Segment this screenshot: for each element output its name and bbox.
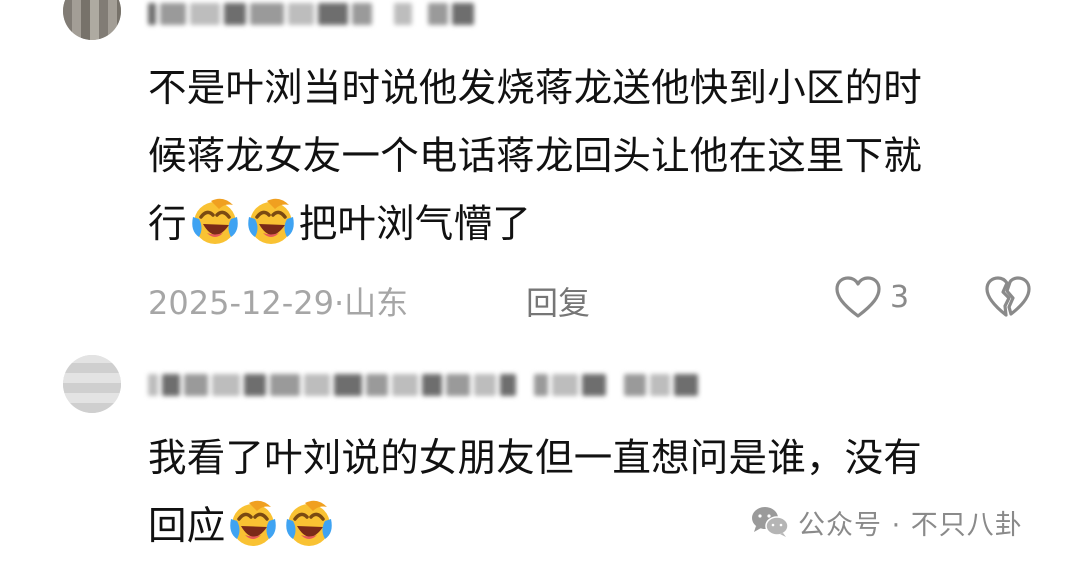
comment-item: 不是叶浏当时说他发烧蒋龙送他快到小区的时 候蒋龙女友一个电话蒋龙回头让他在这里下… <box>0 0 1080 345</box>
comment-date-location: 2025-12-29·山东 <box>148 278 408 324</box>
comment-meta: 2025-12-29·山东 回复 3 <box>148 270 1048 326</box>
comment-text-fragment: 把叶浏气懵了 <box>298 202 531 247</box>
watermark-text: 公众号 · 不只八卦 <box>798 509 1023 541</box>
comment-text-fragment: 行 <box>148 202 187 247</box>
comment-text: 不是叶浏当时说他发烧蒋龙送他快到小区的时 候蒋龙女友一个电话蒋龙回头让他在这里下… <box>148 55 1028 259</box>
laughing-crying-emoji <box>189 195 241 247</box>
avatar[interactable] <box>63 355 121 413</box>
laughing-crying-emoji <box>245 195 297 247</box>
laughing-crying-emoji <box>227 497 279 549</box>
watermark: 公众号 · 不只八卦 <box>750 500 1023 544</box>
comment-text-line: 行 把叶浏气懵了 <box>148 191 1028 259</box>
comment-date: 2025-12-29 <box>148 284 334 322</box>
comment-text-line: 不是叶浏当时说他发烧蒋龙送他快到小区的时 <box>148 66 923 111</box>
like-heart-icon[interactable] <box>832 272 884 324</box>
comment-text-fragment: 回应 <box>148 504 226 549</box>
meta-separator: · <box>333 284 345 322</box>
username-blurred[interactable] <box>148 368 702 402</box>
avatar[interactable] <box>63 0 121 40</box>
comment-location: 山东 <box>344 284 409 322</box>
reply-button[interactable]: 回复 <box>526 278 590 324</box>
comment-text-line: 我看了叶刘说的女朋友但一直想问是谁，没有 <box>148 436 923 481</box>
username-blurred[interactable] <box>148 0 478 31</box>
like-count: 3 <box>890 280 910 315</box>
wechat-icon <box>750 505 790 539</box>
dislike-broken-heart-icon[interactable] <box>982 272 1034 324</box>
comment-text-line: 候蒋龙女友一个电话蒋龙回头让他在这里下就 <box>148 134 923 179</box>
laughing-crying-emoji <box>283 497 335 549</box>
